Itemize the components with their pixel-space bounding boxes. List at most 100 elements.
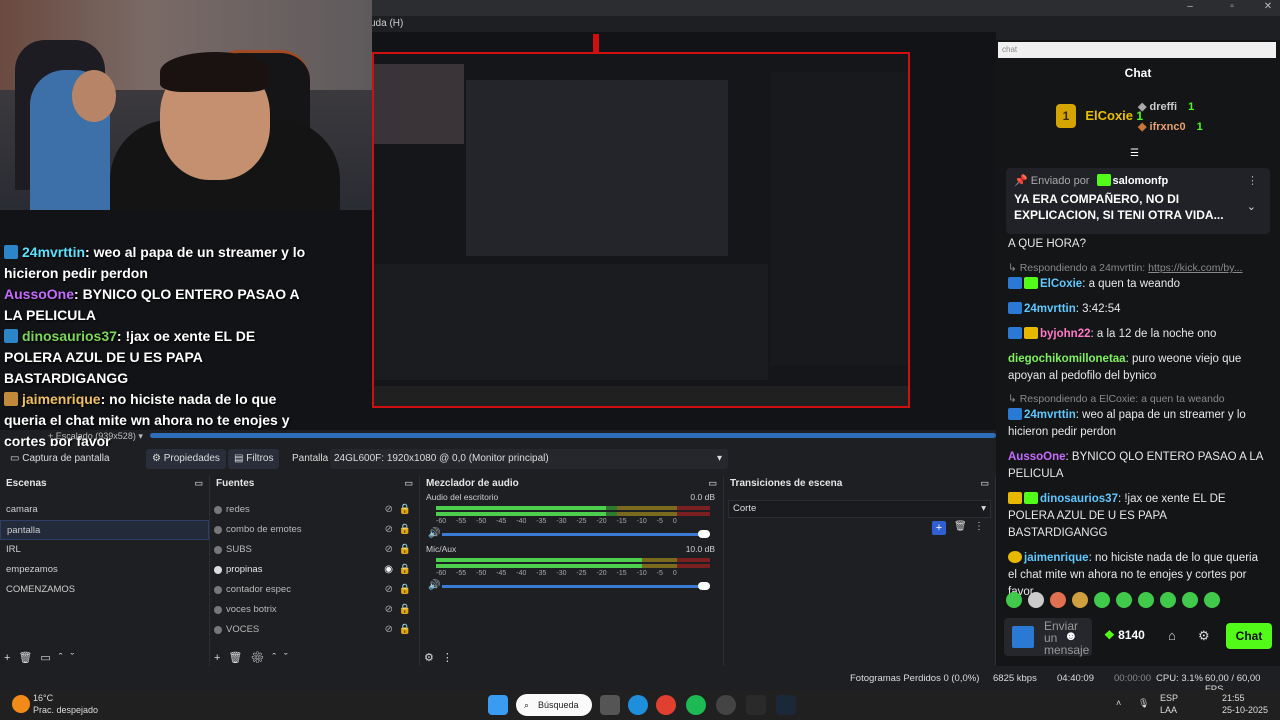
chrome-icon[interactable] xyxy=(656,695,676,715)
dock-menu-icon[interactable]: ▭ xyxy=(980,478,989,489)
gift-icon[interactable]: ⌂ xyxy=(1168,628,1176,643)
chat-message[interactable]: ElCoxie: a quen ta weando xyxy=(996,276,1276,293)
leaderboard-second[interactable]: ◆ dreffi 1 xyxy=(1138,100,1194,113)
close-icon[interactable]: ✕ xyxy=(1256,0,1280,14)
scene-item[interactable]: IRL xyxy=(0,540,209,560)
chat-points[interactable]: ❖ 8140 xyxy=(1104,628,1145,642)
emote-icon[interactable] xyxy=(1116,592,1132,608)
emote-icon[interactable] xyxy=(1050,592,1066,608)
source-item[interactable]: voces botrix ⊘ 🔒 xyxy=(210,600,419,620)
emote-icon[interactable] xyxy=(1006,592,1022,608)
eye-hidden-icon[interactable]: ⊘ xyxy=(385,500,393,520)
emote-icon[interactable] xyxy=(1182,592,1198,608)
source-item[interactable]: redes ⊘ 🔒 xyxy=(210,500,419,520)
eye-hidden-icon[interactable]: ⊘ xyxy=(385,600,393,620)
windows-start-icon[interactable] xyxy=(488,695,508,715)
properties-button[interactable]: ⚙ Propiedades xyxy=(146,449,226,469)
sources-footer[interactable]: +🗑⚙ˆˇ xyxy=(214,651,296,664)
emote-icon[interactable] xyxy=(1094,592,1110,608)
lock-icon[interactable]: 🔒 xyxy=(399,580,411,600)
monitor-select[interactable]: 24GL600F: 1920x1080 @ 0,0 (Monitor princ… xyxy=(330,449,728,469)
eye-hidden-icon[interactable]: ⊘ xyxy=(385,540,393,560)
minimize-icon[interactable]: – xyxy=(1178,0,1202,14)
lock-icon[interactable]: 🔒 xyxy=(399,500,411,520)
task-view-icon[interactable] xyxy=(600,695,620,715)
emote-icon[interactable] xyxy=(1204,592,1220,608)
lock-icon[interactable]: 🔒 xyxy=(399,540,411,560)
emote-icon[interactable] xyxy=(1138,592,1154,608)
chat-input[interactable]: Enviar un mensaje xyxy=(1004,618,1092,656)
preview-scale-label[interactable]: + Escalado (939x528) ▾ xyxy=(48,431,143,442)
lock-icon[interactable]: 🔒 xyxy=(399,620,411,640)
volume-slider[interactable] xyxy=(442,582,710,590)
dock-menu-icon[interactable]: ▭ xyxy=(708,478,717,489)
chevron-down-icon[interactable]: ⌄ xyxy=(1247,200,1256,213)
emote-icon[interactable] xyxy=(1160,592,1176,608)
lang-top[interactable]: ESP xyxy=(1160,693,1178,703)
source-item[interactable]: VOCES ⊘ 🔒 xyxy=(210,620,419,640)
dock-menu-icon[interactable]: ▭ xyxy=(404,478,413,489)
clock-time[interactable]: 21:55 xyxy=(1222,693,1245,703)
steam-icon[interactable] xyxy=(776,695,796,715)
stream-preview-capture[interactable] xyxy=(372,52,910,408)
source-item[interactable]: SUBS ⊘ 🔒 xyxy=(210,540,419,560)
source-item[interactable]: propinas ◉ 🔒 xyxy=(210,560,419,580)
obs-icon[interactable] xyxy=(716,695,736,715)
speaker-icon[interactable]: 🔊 xyxy=(428,580,440,591)
chat-message[interactable]: 24mvrttin: weo al papa de un streamer y … xyxy=(996,407,1276,441)
trash-icon[interactable]: 🗑 xyxy=(954,521,967,532)
chat-url-bar[interactable]: chat xyxy=(998,42,1276,58)
speaker-icon[interactable]: 🔊 xyxy=(428,528,440,539)
more-icon[interactable]: ⋮ xyxy=(1247,174,1258,187)
emoji-icon[interactable]: ☻ xyxy=(1064,628,1078,643)
weather-temp[interactable]: 16°C xyxy=(33,693,53,703)
preview-anchor[interactable] xyxy=(593,34,599,54)
eye-hidden-icon[interactable]: ⊘ xyxy=(385,620,393,640)
mic-icon[interactable]: 🎙 xyxy=(1138,698,1149,709)
lang-bottom[interactable]: LAA xyxy=(1160,705,1177,715)
maximize-icon[interactable]: ▫ xyxy=(1220,0,1244,14)
emote-icon[interactable] xyxy=(1072,592,1088,608)
transition-select[interactable]: Corte ▾ xyxy=(728,500,991,518)
scene-item[interactable]: COMENZAMOS xyxy=(0,580,209,600)
weather-desc[interactable]: Prac. despejado xyxy=(33,705,98,715)
scene-item-selected[interactable]: pantalla xyxy=(0,520,209,540)
app-icon[interactable] xyxy=(746,695,766,715)
volume-slider[interactable] xyxy=(442,530,710,538)
scenes-footer[interactable]: +🗑▭ˆˇ xyxy=(4,651,82,664)
leaderboard-first[interactable]: 1 ElCoxie 1 xyxy=(1056,104,1143,128)
spotify-icon[interactable] xyxy=(686,695,706,715)
preview-scrollbar[interactable] xyxy=(150,433,996,438)
scene-item[interactable]: empezamos xyxy=(0,560,209,580)
chat-message[interactable]: byjohn22: a la 12 de la noche ono xyxy=(996,326,1276,343)
chat-message[interactable]: dinosaurios37: !jax oe xente EL DE POLER… xyxy=(996,491,1276,542)
scene-item[interactable]: camara xyxy=(0,500,209,520)
chat-message[interactable]: AussoOne: BYNICO QLO ENTERO PASAO A LA P… xyxy=(996,449,1276,483)
pinned-message[interactable]: 📌 Enviado por salomonfp ⋮ YA ERA COMPAÑE… xyxy=(1006,168,1270,234)
clock-date[interactable]: 25-10-2025 xyxy=(1222,705,1268,715)
menu-help[interactable]: uda (H) xyxy=(370,18,403,29)
add-transition-button[interactable]: + xyxy=(932,521,946,535)
eye-icon[interactable]: ◉ xyxy=(384,560,393,580)
eye-hidden-icon[interactable]: ⊘ xyxy=(385,580,393,600)
eye-hidden-icon[interactable]: ⊘ xyxy=(385,520,393,540)
more-icon[interactable]: ⋮ xyxy=(974,521,984,532)
lock-icon[interactable]: 🔒 xyxy=(399,600,411,620)
edge-icon[interactable] xyxy=(628,695,648,715)
dock-menu-icon[interactable]: ▭ xyxy=(194,478,203,489)
taskbar-search[interactable]: ⌕ Búsqueda xyxy=(516,694,592,716)
leaderboard-third[interactable]: ◆ ifrxnc0 1 xyxy=(1138,120,1203,133)
lock-icon[interactable]: 🔒 xyxy=(399,560,411,580)
source-item[interactable]: contador espec ⊘ 🔒 xyxy=(210,580,419,600)
weather-icon[interactable] xyxy=(12,695,30,713)
filters-button[interactable]: ▤ Filtros xyxy=(228,449,280,469)
mixer-footer[interactable]: ⚙⋮ xyxy=(424,651,461,664)
source-item[interactable]: combo de emotes ⊘ 🔒 xyxy=(210,520,419,540)
lock-icon[interactable]: 🔒 xyxy=(399,520,411,540)
chevron-up-icon[interactable]: ˄ xyxy=(1116,698,1121,708)
chat-send-button[interactable]: Chat xyxy=(1226,623,1272,649)
menu-lines-icon[interactable]: ☰ xyxy=(1130,148,1139,159)
chat-message[interactable]: 24mvrttin: 3:42:54 xyxy=(996,301,1276,318)
chat-message[interactable]: diegochikomillonetaa: puro weone viejo q… xyxy=(996,351,1276,385)
gear-icon[interactable]: ⚙ xyxy=(1198,628,1210,644)
